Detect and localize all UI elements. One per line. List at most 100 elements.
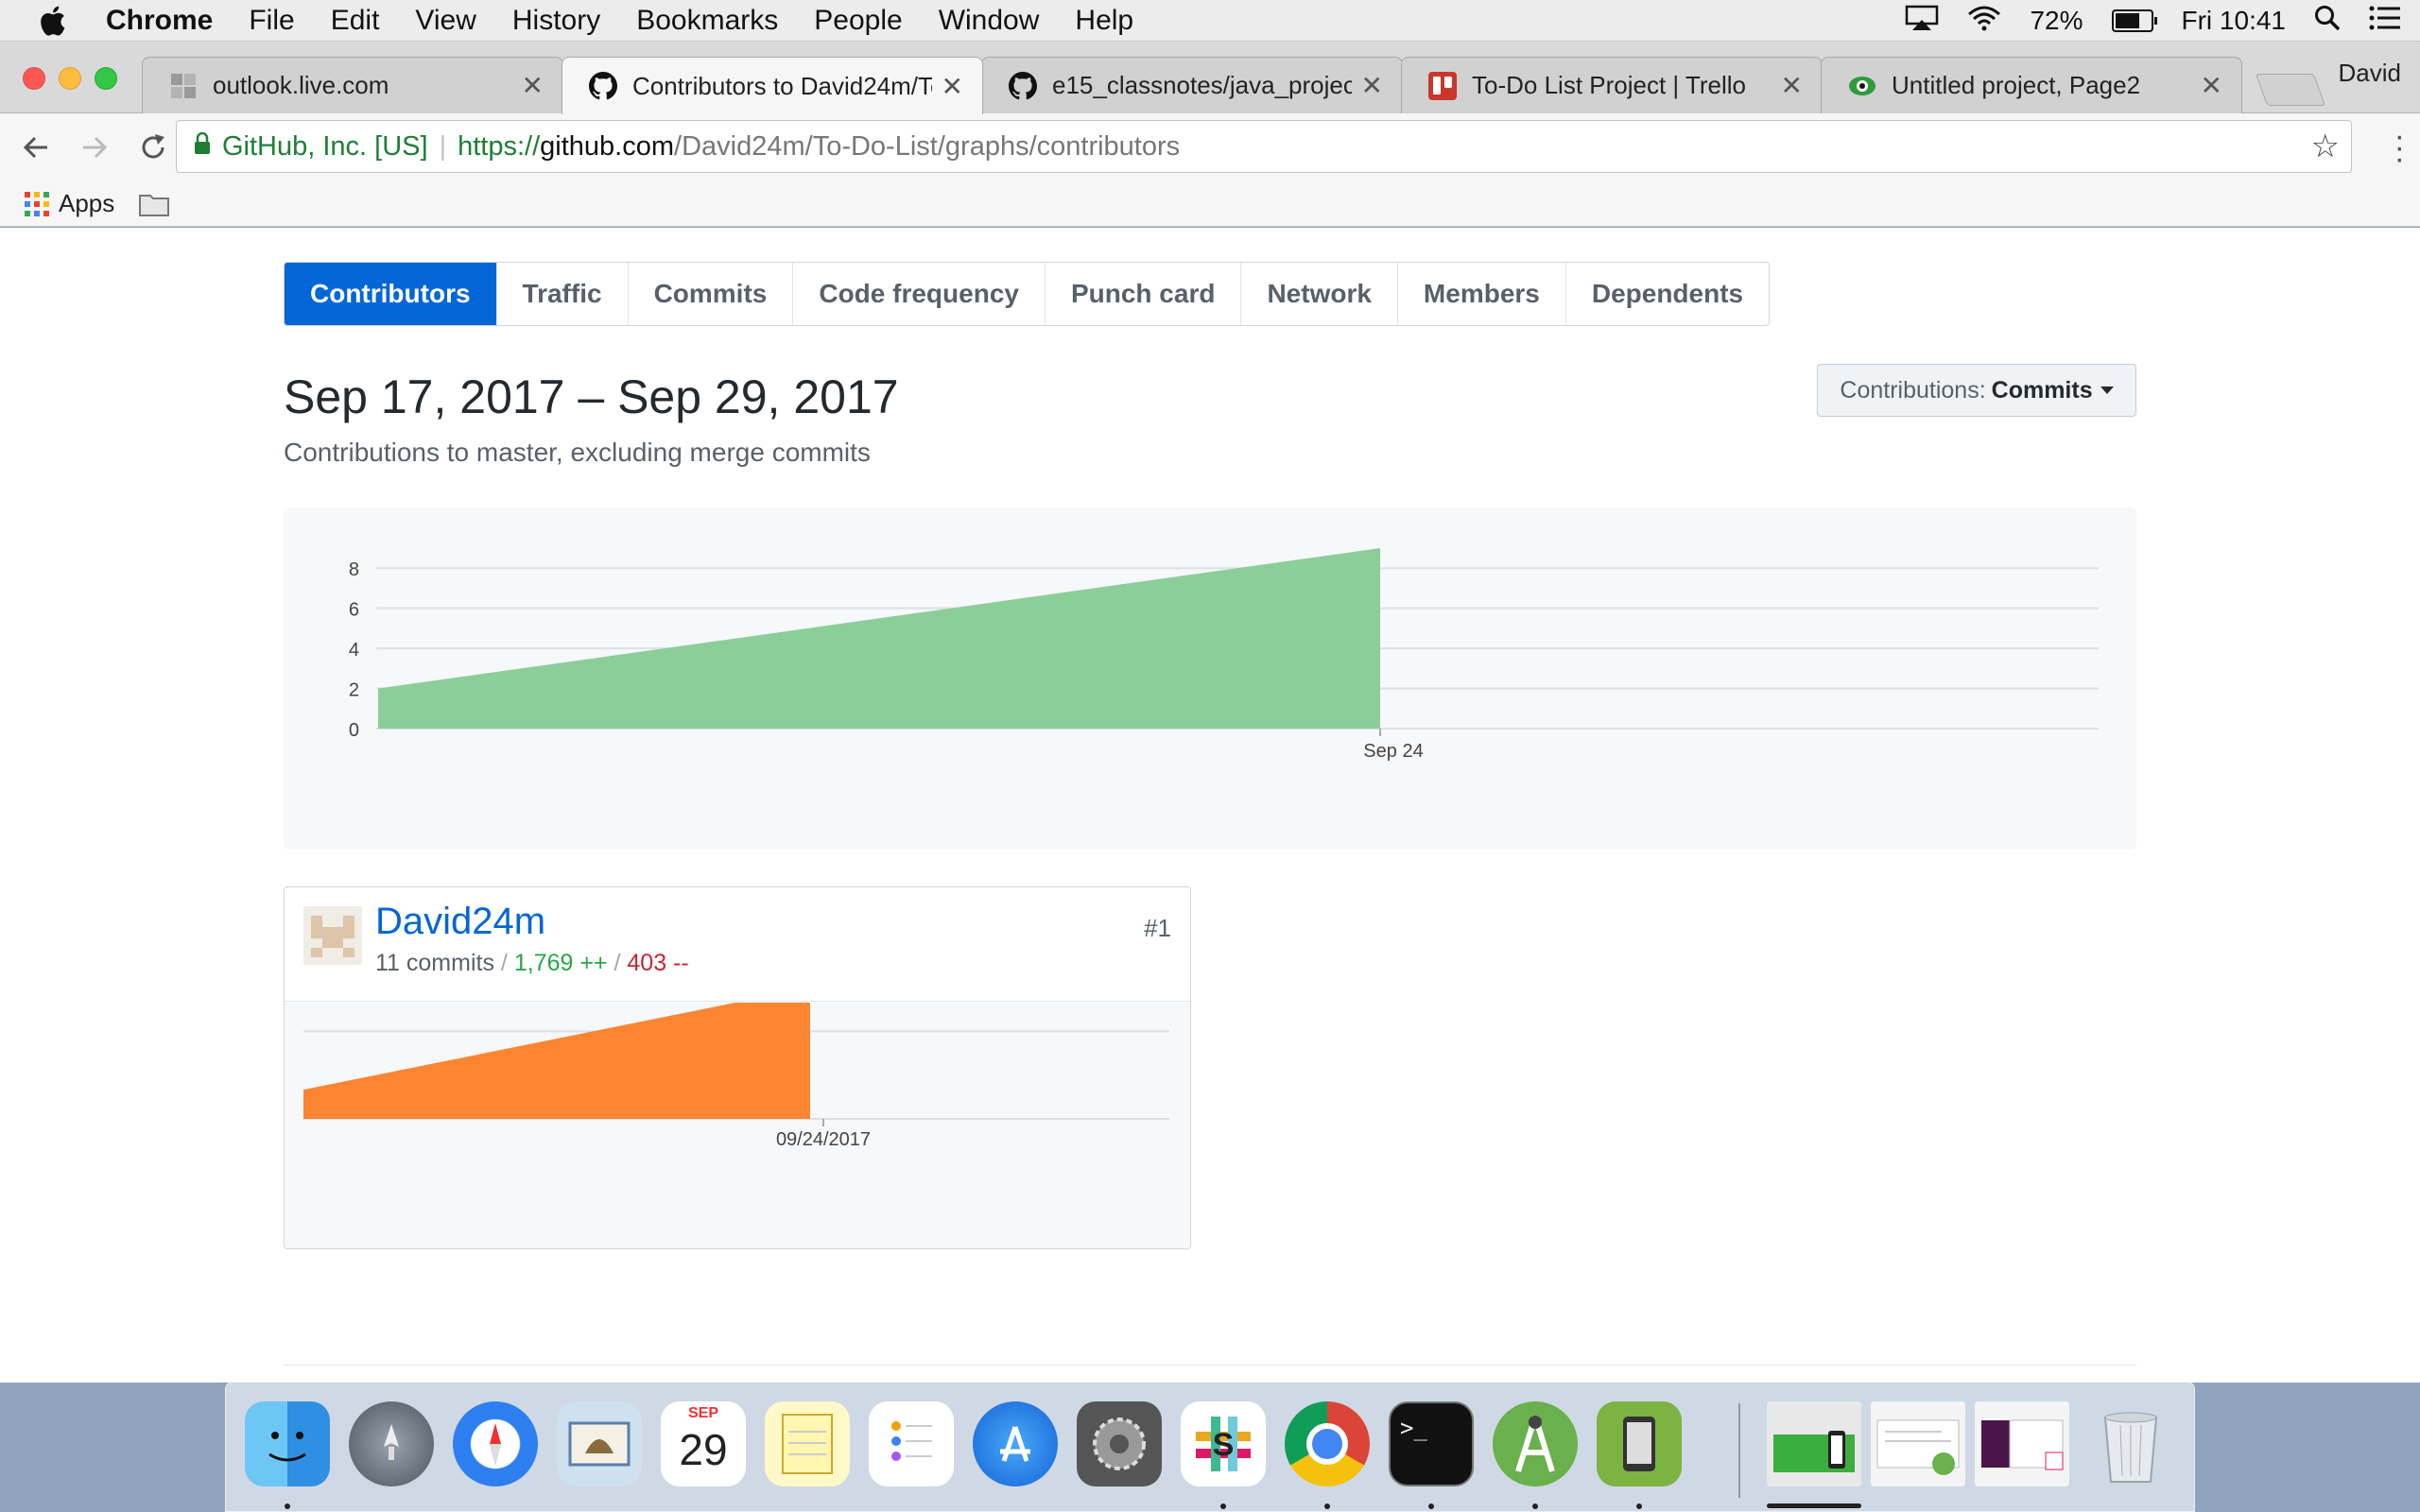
tab-contributors[interactable]: Contributors (285, 263, 497, 325)
apple-menu-icon[interactable] (38, 4, 72, 38)
svg-text:S: S (1213, 1427, 1235, 1463)
tab-code-frequency[interactable]: Code frequency (793, 263, 1046, 325)
tab-network[interactable]: Network (1241, 263, 1398, 325)
menu-window[interactable]: Window (939, 5, 1040, 37)
finder-icon[interactable] (245, 1401, 330, 1486)
airplay-icon[interactable] (1905, 5, 1939, 38)
url-host: github.com (540, 130, 675, 162)
tab-punch-card[interactable]: Punch card (1046, 263, 1242, 325)
commits-area (378, 548, 1380, 729)
commit-count-link[interactable]: 11 commits (375, 950, 494, 976)
main-chart-svg: 0 2 4 6 8 Sep 24 (349, 548, 2099, 762)
address-bar[interactable]: GitHub, Inc. [US] | https:// github.com … (176, 120, 2352, 173)
web-page: Contributors Traffic Commits Code freque… (0, 228, 2420, 1383)
android-studio-icon[interactable] (1493, 1401, 1578, 1486)
select-value: Commits (1991, 376, 2093, 404)
github-icon (589, 72, 617, 100)
browser-tab-strip: outlook.live.com ✕ Contributors to David… (0, 42, 2420, 114)
contributions-type-select[interactable]: Contributions: Commits (1817, 364, 2136, 417)
window-zoom-button[interactable] (95, 67, 117, 90)
forward-arrow-icon[interactable] (72, 125, 117, 170)
profile-name[interactable]: David (2339, 59, 2401, 88)
reminders-icon[interactable] (869, 1401, 954, 1486)
contributor-stats: 11 commits / 1,769 ++ / 403 -- (375, 950, 689, 977)
browser-tab[interactable]: e15_classnotes/java_projects ✕ (981, 57, 1403, 113)
system-preferences-icon[interactable] (1077, 1401, 1162, 1486)
launchpad-icon[interactable] (349, 1401, 434, 1486)
menu-people[interactable]: People (814, 5, 902, 37)
stats-separator: / (500, 950, 508, 976)
tab-traffic[interactable]: Traffic (497, 263, 629, 325)
notes-icon[interactable] (765, 1401, 850, 1486)
tab-close-icon[interactable]: ✕ (1781, 70, 1803, 101)
y-tick-label: 6 (349, 600, 359, 621)
running-indicator (1428, 1503, 1434, 1509)
mail-icon[interactable] (557, 1401, 642, 1486)
menu-bookmarks[interactable]: Bookmarks (636, 5, 778, 37)
y-tick-label: 0 (349, 720, 359, 741)
trash-icon[interactable] (2088, 1401, 2173, 1486)
browser-tab[interactable]: Untitled project, Page2 ✕ (1821, 57, 2242, 113)
running-indicator (1636, 1503, 1642, 1509)
menu-view[interactable]: View (415, 5, 475, 37)
active-window-indicator (1767, 1503, 1861, 1508)
apps-bookmark[interactable]: Apps (59, 189, 114, 218)
chrome-icon[interactable] (1285, 1401, 1370, 1486)
spotlight-search-icon[interactable] (2314, 5, 2341, 38)
wifi-icon[interactable] (1967, 5, 2001, 38)
android-emulator-icon[interactable] (1597, 1401, 1682, 1486)
lock-icon[interactable] (194, 131, 211, 163)
menu-app-name[interactable]: Chrome (106, 5, 213, 37)
apps-grid-icon[interactable] (25, 191, 49, 216)
bookmark-star-icon[interactable]: ☆ (2311, 128, 2340, 165)
contributor-header: David24m #1 11 commits / 1,769 ++ / 403 … (285, 887, 1190, 1002)
new-tab-button[interactable] (2255, 74, 2326, 106)
slack-icon[interactable]: S (1181, 1401, 1266, 1486)
back-arrow-icon[interactable] (13, 125, 59, 170)
menu-edit[interactable]: Edit (331, 5, 380, 37)
avatar[interactable] (303, 906, 362, 965)
browser-tab-active[interactable]: Contributors to David24m/To-Do-List ✕ (562, 57, 983, 114)
tab-members[interactable]: Members (1398, 263, 1566, 325)
menubar-clock[interactable]: Fri 10:41 (2182, 6, 2287, 36)
menu-help[interactable]: Help (1075, 5, 1133, 37)
bookmarks-bar: Apps (0, 181, 2420, 227)
tab-dependents[interactable]: Dependents (1566, 263, 1769, 325)
tab-close-icon[interactable]: ✕ (1361, 70, 1383, 101)
tab-close-icon[interactable]: ✕ (522, 70, 544, 101)
trello-icon (1428, 71, 1457, 100)
contributor-card: David24m #1 11 commits / 1,769 ++ / 403 … (284, 886, 1191, 1249)
chrome-menu-icon[interactable]: · · · (2394, 120, 2405, 175)
notification-center-icon[interactable] (2369, 5, 2401, 38)
minimized-window-3-icon[interactable] (1975, 1401, 2069, 1486)
contributor-login-link[interactable]: David24m (375, 901, 545, 943)
menu-file[interactable]: File (249, 5, 294, 37)
window-minimize-button[interactable] (59, 67, 81, 90)
browser-tab[interactable]: outlook.live.com ✕ (142, 57, 563, 113)
minimized-window-1-icon[interactable] (1767, 1401, 1861, 1486)
reload-icon[interactable] (130, 125, 176, 170)
insights-nav: Contributors Traffic Commits Code freque… (284, 262, 1771, 326)
dock-separator (1738, 1403, 1740, 1498)
running-indicator (285, 1503, 290, 1509)
calendar-icon[interactable]: SEP 29 (661, 1401, 746, 1486)
menu-history[interactable]: History (512, 5, 600, 37)
ev-certificate-label[interactable]: GitHub, Inc. [US] (222, 131, 428, 163)
browser-tab[interactable]: To-Do List Project | Trello ✕ (1401, 57, 1823, 113)
tab-commits[interactable]: Commits (629, 263, 794, 325)
macos-menu-bar: Chrome File Edit View History Bookmarks … (0, 0, 2420, 42)
tab-close-icon[interactable]: ✕ (2201, 70, 2222, 101)
battery-percent: 72% (2030, 6, 2083, 35)
minimized-window-2-icon[interactable] (1871, 1401, 1965, 1486)
safari-icon[interactable] (453, 1401, 538, 1486)
window-close-button[interactable] (23, 67, 45, 90)
folder-icon[interactable] (139, 192, 170, 216)
app-store-icon[interactable] (973, 1401, 1058, 1486)
calendar-day: 29 (679, 1425, 728, 1474)
tab-title: e15_classnotes/java_projects (1052, 71, 1352, 99)
terminal-icon[interactable]: >_ (1389, 1401, 1474, 1486)
url-scheme: https:// (458, 130, 541, 162)
tab-close-icon[interactable]: ✕ (942, 71, 963, 102)
running-indicator (1324, 1503, 1330, 1509)
battery-icon[interactable] (2111, 9, 2157, 32)
